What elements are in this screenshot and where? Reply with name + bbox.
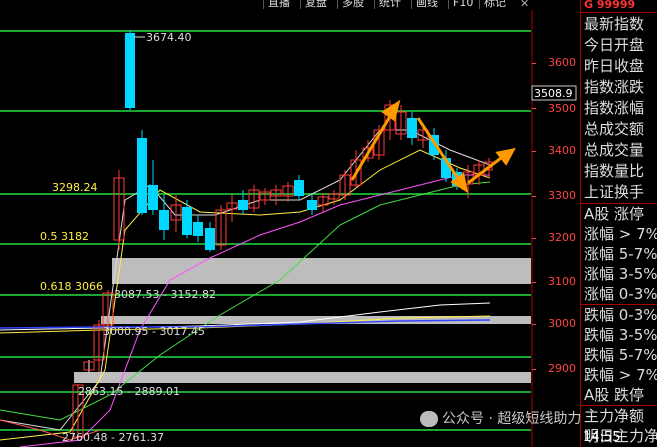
candle: [148, 185, 158, 210]
label-3298: 3298.24: [52, 181, 98, 194]
candle: [294, 180, 304, 196]
candle: [125, 33, 135, 108]
gap-box-1: [112, 258, 531, 284]
ma-green: [0, 181, 491, 421]
up-row: 涨幅 0-3%: [584, 285, 657, 303]
arrow-up-1: [350, 112, 394, 181]
up-row: 涨幅 > 7%: [584, 225, 657, 243]
axis-label: 3100: [548, 275, 576, 288]
label-high: 3674.40: [146, 31, 192, 44]
down-row: 跌幅 3-5%: [584, 326, 657, 344]
toolbar-item-stats[interactable]: 统计: [374, 0, 405, 9]
right-info-panel: G 99999 最新指数 今日开盘 昨日收盘 指数涨跌 指数涨幅 总成交额 总成…: [580, 0, 657, 447]
info-row-open: 今日开盘: [584, 36, 645, 54]
label-fib-0618: 0.618 3066: [40, 280, 103, 293]
axis-label: 2900: [548, 362, 576, 375]
price-chart[interactable]: 3674.40 3298.24 0.5 3182 0.618 3066 3087…: [0, 10, 580, 447]
group-title-limit-down: A股 跌停: [584, 386, 645, 404]
axis-label: 3400: [548, 144, 576, 157]
info-row-amount: 总成交额: [584, 120, 645, 138]
label-fib-05: 0.5 3182: [40, 230, 89, 243]
toolbar-item-draw[interactable]: 画线: [411, 0, 442, 9]
arrow-head-3: [495, 147, 516, 166]
info-row-vol-ratio: 指数量比: [584, 162, 645, 180]
toolbar-item-live[interactable]: 直播: [263, 0, 294, 9]
candle: [137, 138, 147, 213]
info-row-volume: 总成交量: [584, 141, 645, 159]
info-row-latest: 最新指数: [584, 15, 645, 33]
info-row-prev-close: 昨日收盘: [584, 57, 645, 75]
watermark: 公众号 · 超级短线助力: [420, 408, 581, 428]
label-gap3: 2863.15 - 2889.01: [78, 385, 180, 398]
label-gap2: 3000.95 - 3017.45: [103, 325, 205, 338]
candle: [182, 207, 192, 235]
axis-label: 3000: [548, 317, 576, 330]
axis-label: 3500: [548, 102, 576, 115]
toolbar-item-mark[interactable]: 标记: [479, 0, 510, 9]
current-price: 3508.9: [534, 87, 573, 100]
watermark-text: 公众号 · 超级短线助力: [442, 411, 582, 427]
axis-label: 3200: [548, 231, 576, 244]
panel-head: G 99999: [584, 0, 636, 11]
candle: [159, 210, 169, 230]
top-toolbar: 直播 复盘 多股 统计 画线 F10 标记 ✕: [0, 0, 580, 10]
up-row: 涨幅 3-5%: [584, 265, 657, 283]
candle: [238, 200, 248, 210]
candle: [307, 200, 317, 210]
wechat-icon: [420, 411, 438, 427]
info-row-change-pct: 指数涨幅: [584, 99, 645, 117]
arrow-down: [416, 117, 463, 184]
label-gap1: 3087.53 - 3152.82: [114, 288, 216, 301]
axis-label: 3600: [548, 56, 576, 69]
candle: [205, 228, 215, 250]
candle: [407, 118, 417, 138]
down-row: 跌幅 > 7%: [584, 366, 657, 384]
toolbar-item-review[interactable]: 复盘: [300, 0, 331, 9]
axis-label: 3300: [548, 189, 576, 202]
label-low: 2760.48 - 2761.37: [62, 431, 164, 444]
candle: [193, 222, 203, 236]
net-flow-row: 主力净额: [584, 407, 645, 425]
ma-magenta: [19, 174, 490, 447]
info-row-turnover: 上证换手: [584, 183, 645, 201]
toolbar-item-f10[interactable]: F10: [448, 0, 477, 9]
group-title-limit-up: A股 涨停: [584, 205, 645, 223]
toolbar-item-multistock[interactable]: 多股: [337, 0, 368, 9]
down-row: 跌幅 5-7%: [584, 346, 657, 364]
up-row: 涨幅 5-7%: [584, 245, 657, 263]
clock: 14:55: [583, 430, 621, 445]
price-axis: 3600 3500 3400 3300 3200 3100 3000 2900: [532, 56, 576, 375]
info-row-change: 指数涨跌: [584, 78, 645, 96]
gap-box-3: [74, 372, 531, 383]
close-icon[interactable]: ✕: [520, 0, 529, 10]
down-row: 跌幅 0-3%: [584, 306, 657, 324]
